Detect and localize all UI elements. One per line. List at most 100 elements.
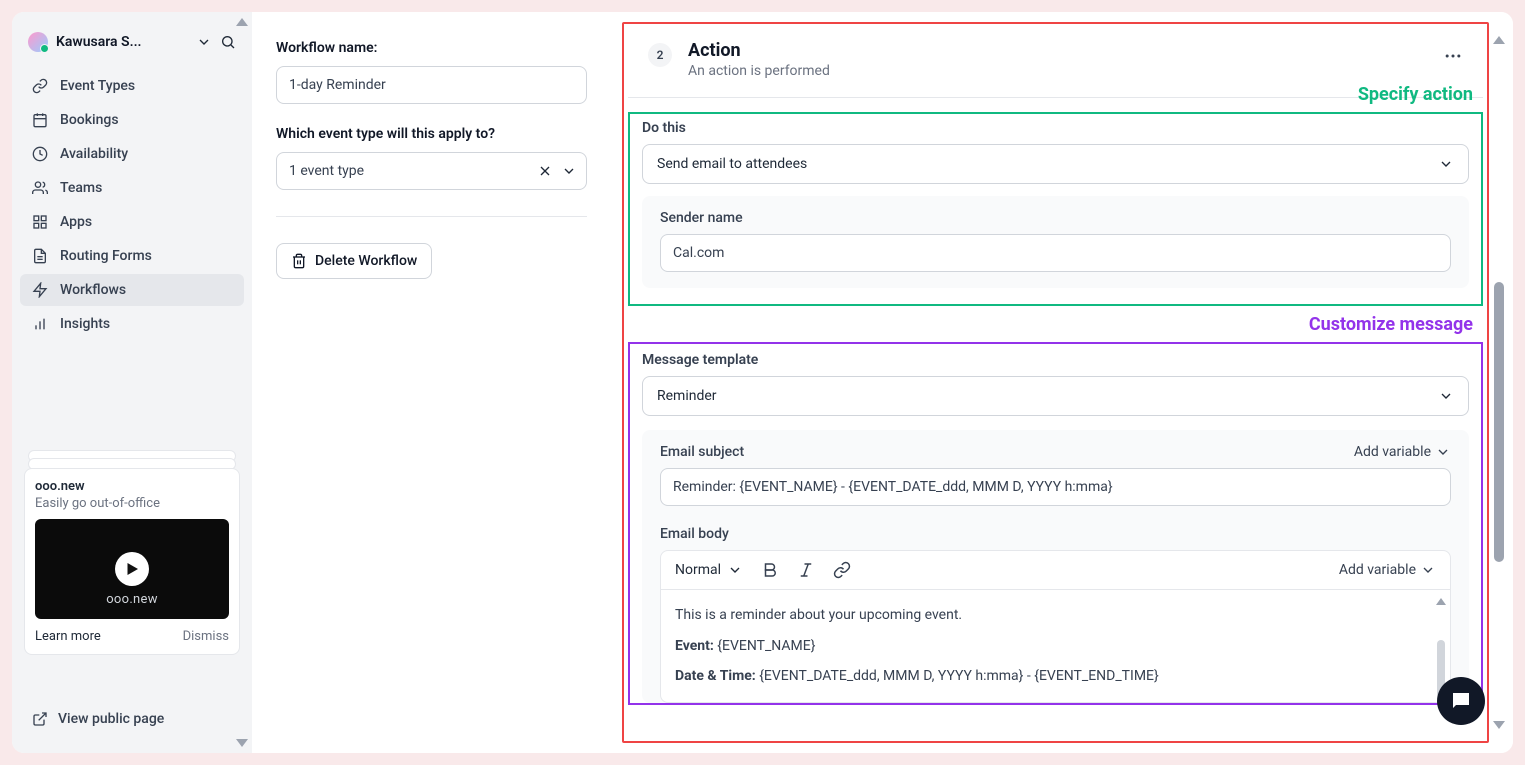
add-variable-label: Add variable bbox=[1354, 444, 1431, 460]
sidebar-item-apps[interactable]: Apps bbox=[20, 206, 244, 238]
search-icon[interactable] bbox=[220, 34, 236, 50]
promo-title: ooo.new bbox=[35, 479, 229, 494]
editor-toolbar: Normal Add variable bbox=[661, 551, 1450, 590]
template-select[interactable]: Reminder bbox=[642, 376, 1469, 416]
event-type-value: 1 event type bbox=[289, 163, 364, 179]
body-line-value: {EVENT_NAME} bbox=[717, 638, 815, 654]
template-label: Message template bbox=[642, 352, 1469, 368]
step-header: 2 Action An action is performed bbox=[628, 28, 1483, 98]
body-style-label: Normal bbox=[675, 562, 721, 578]
sidebar-item-label: Teams bbox=[60, 180, 102, 196]
body-editor: Normal Add variable bbox=[660, 550, 1451, 703]
body-line-value: {EVENT_DATE_ddd, MMM D, YYYY h:mma} - {E… bbox=[759, 668, 1159, 684]
chevron-down-icon bbox=[1438, 156, 1454, 172]
scroll-up-icon[interactable] bbox=[1493, 36, 1505, 44]
body-line: This is a reminder about your upcoming e… bbox=[675, 602, 1436, 629]
zap-icon bbox=[32, 282, 48, 298]
promo-dismiss[interactable]: Dismiss bbox=[183, 629, 229, 644]
action-callout-outline: 2 Action An action is performed Specify … bbox=[622, 22, 1489, 743]
chevron-down-icon bbox=[727, 562, 743, 578]
add-variable-label: Add variable bbox=[1339, 562, 1416, 578]
calendar-icon bbox=[32, 112, 48, 128]
event-type-label: Which event type will this apply to? bbox=[276, 126, 587, 142]
sidebar-scroll-down-icon[interactable] bbox=[236, 739, 248, 747]
chat-icon bbox=[1449, 689, 1473, 713]
divider bbox=[276, 216, 587, 217]
play-icon bbox=[115, 552, 149, 586]
italic-icon[interactable] bbox=[797, 561, 815, 579]
template-value: Reminder bbox=[657, 388, 717, 404]
delete-workflow-button[interactable]: Delete Workflow bbox=[276, 243, 432, 279]
sidebar-item-label: Apps bbox=[60, 214, 92, 230]
view-public-page[interactable]: View public page bbox=[20, 701, 244, 737]
subject-input[interactable] bbox=[660, 468, 1451, 506]
link-icon bbox=[32, 78, 48, 94]
clock-icon bbox=[32, 146, 48, 162]
sidebar-item-event-types[interactable]: Event Types bbox=[20, 70, 244, 102]
grid-icon bbox=[32, 214, 48, 230]
sidebar-item-bookings[interactable]: Bookings bbox=[20, 104, 244, 136]
editor-scroll-up-icon[interactable] bbox=[1436, 598, 1446, 605]
sender-name-box: Sender name bbox=[642, 196, 1469, 288]
body-label: Email body bbox=[660, 526, 1451, 542]
avatar bbox=[28, 32, 48, 52]
page-scrollbar[interactable] bbox=[1489, 34, 1507, 731]
sidebar-item-label: Event Types bbox=[60, 78, 135, 94]
workflow-name-input[interactable] bbox=[276, 66, 587, 104]
sidebar-item-insights[interactable]: Insights bbox=[20, 308, 244, 340]
message-builder-box: Email subject Add variable Email body bbox=[642, 430, 1469, 703]
chevron-down-icon bbox=[1435, 444, 1451, 460]
sidebar-scroll-up-icon[interactable] bbox=[236, 18, 248, 26]
sidebar-item-label: Insights bbox=[60, 316, 110, 332]
promo-learn-more[interactable]: Learn more bbox=[35, 629, 101, 644]
sidebar-item-label: Routing Forms bbox=[60, 248, 152, 264]
customize-message-callout-label: Customize message bbox=[1309, 314, 1473, 335]
sidebar-item-label: Bookings bbox=[60, 112, 119, 128]
body-line-label: Event: bbox=[675, 638, 717, 654]
chat-fab[interactable] bbox=[1437, 677, 1485, 725]
user-name: Kawusara S... bbox=[56, 34, 188, 50]
step-title: Action bbox=[688, 40, 830, 61]
subject-label: Email subject bbox=[660, 444, 744, 460]
sidebar-item-availability[interactable]: Availability bbox=[20, 138, 244, 170]
do-this-select[interactable]: Send email to attendees bbox=[642, 144, 1469, 184]
bold-icon[interactable] bbox=[761, 561, 779, 579]
link-icon[interactable] bbox=[833, 561, 851, 579]
step-subtitle: An action is performed bbox=[688, 63, 830, 79]
chevron-down-icon[interactable] bbox=[561, 163, 577, 179]
subject-add-variable[interactable]: Add variable bbox=[1354, 444, 1451, 460]
promo-subtitle: Easily go out-of-office bbox=[35, 496, 229, 511]
do-this-label: Do this bbox=[642, 120, 1469, 136]
sidebar-item-teams[interactable]: Teams bbox=[20, 172, 244, 204]
action-panel: 2 Action An action is performed Specify … bbox=[612, 12, 1513, 753]
step-more-button[interactable] bbox=[1443, 46, 1463, 70]
sidebar: Kawusara S... Event Types Bookings Avail… bbox=[12, 12, 252, 753]
chevron-down-icon bbox=[1420, 562, 1436, 578]
customize-message-section: Customize message Message template Remin… bbox=[628, 342, 1483, 705]
promo-video[interactable]: ooo.new bbox=[35, 519, 229, 619]
clear-icon[interactable] bbox=[537, 163, 553, 179]
chevron-down-icon bbox=[196, 34, 212, 50]
sidebar-item-label: Availability bbox=[60, 146, 128, 162]
body-add-variable[interactable]: Add variable bbox=[1339, 562, 1436, 578]
body-line-label: Date & Time: bbox=[675, 668, 759, 684]
sender-name-input[interactable] bbox=[660, 234, 1451, 272]
scroll-down-icon[interactable] bbox=[1493, 721, 1505, 729]
sidebar-nav: Event Types Bookings Availability Teams … bbox=[20, 70, 244, 340]
scroll-thumb[interactable] bbox=[1494, 282, 1504, 562]
users-icon bbox=[32, 180, 48, 196]
sidebar-item-label: Workflows bbox=[60, 282, 126, 298]
user-switcher[interactable]: Kawusara S... bbox=[20, 28, 244, 56]
step-number-badge: 2 bbox=[648, 43, 672, 67]
promo-card: ooo.new Easily go out-of-office ooo.new … bbox=[24, 468, 240, 655]
more-horizontal-icon bbox=[1443, 46, 1463, 66]
sidebar-item-workflows[interactable]: Workflows bbox=[20, 274, 244, 306]
workflow-name-label: Workflow name: bbox=[276, 40, 587, 56]
sidebar-item-routing-forms[interactable]: Routing Forms bbox=[20, 240, 244, 272]
do-this-value: Send email to attendees bbox=[657, 156, 807, 172]
body-style-dropdown[interactable]: Normal bbox=[675, 562, 743, 578]
promo-stack: ooo.new Easily go out-of-office ooo.new … bbox=[20, 468, 244, 661]
body-content[interactable]: This is a reminder about your upcoming e… bbox=[661, 590, 1450, 702]
external-link-icon bbox=[32, 711, 48, 727]
workflow-settings-panel: Workflow name: Which event type will thi… bbox=[252, 12, 612, 753]
